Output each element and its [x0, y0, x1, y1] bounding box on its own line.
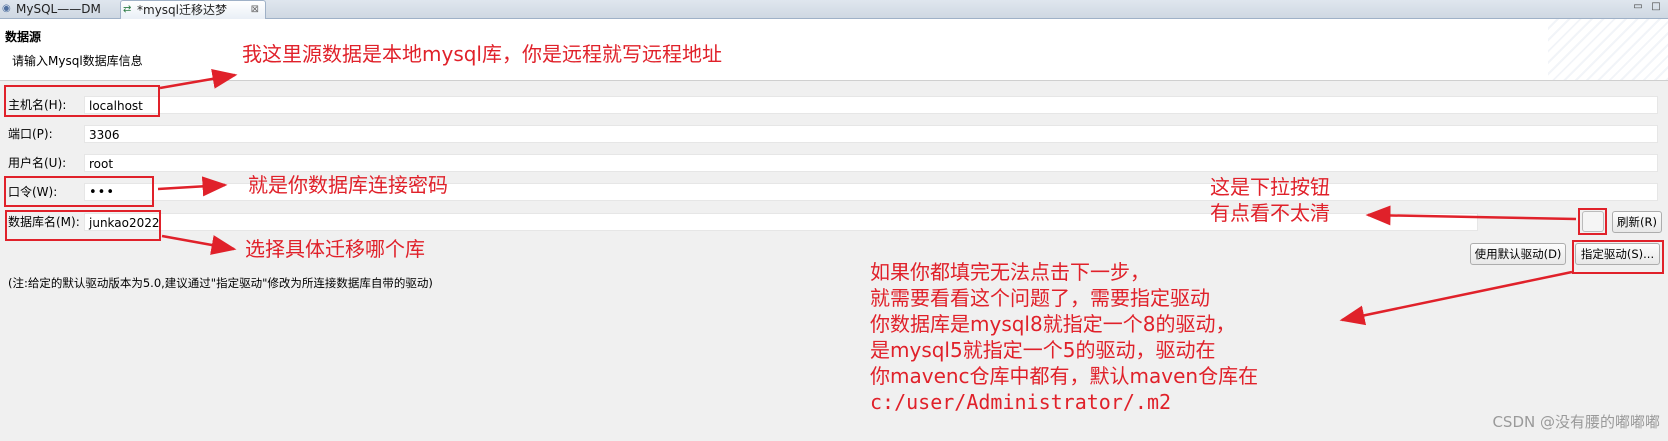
driver-annotation-line: 就需要看看这个问题了，需要指定驱动	[870, 286, 1210, 310]
driver-annotation-line: 你数据库是mysql8就指定一个8的驱动，	[870, 312, 1236, 336]
dropdown-annotation-line-2: 有点看不太清	[1210, 201, 1330, 225]
csdn-watermark: CSDN @没有腰的嘟嘟嘟	[1492, 413, 1660, 431]
driver-annotation-line: 如果你都填完无法点击下一步，	[870, 260, 1150, 284]
dropdown-annotation-line-1: 这是下拉按钮	[1210, 175, 1330, 199]
specify-driver-arrow	[1339, 270, 1573, 326]
host-arrow	[159, 68, 238, 90]
database-annotation: 选择具体迁移哪个库	[245, 237, 425, 261]
password-arrow	[157, 176, 228, 197]
database-arrow	[161, 234, 237, 255]
driver-annotation-line: 是mysql5就指定一个5的驱动，驱动在	[870, 338, 1216, 362]
dropdown-arrow	[1365, 205, 1577, 226]
driver-annotation-line: 你mavenc仓库中都有，默认maven仓库在	[870, 364, 1259, 388]
password-annotation: 就是你数据库连接密码	[248, 173, 448, 197]
host-annotation: 我这里源数据是本地mysql库，你是远程就写远程地址	[242, 42, 722, 66]
driver-annotation-line: c:/user/Administrator/.m2	[870, 390, 1172, 414]
